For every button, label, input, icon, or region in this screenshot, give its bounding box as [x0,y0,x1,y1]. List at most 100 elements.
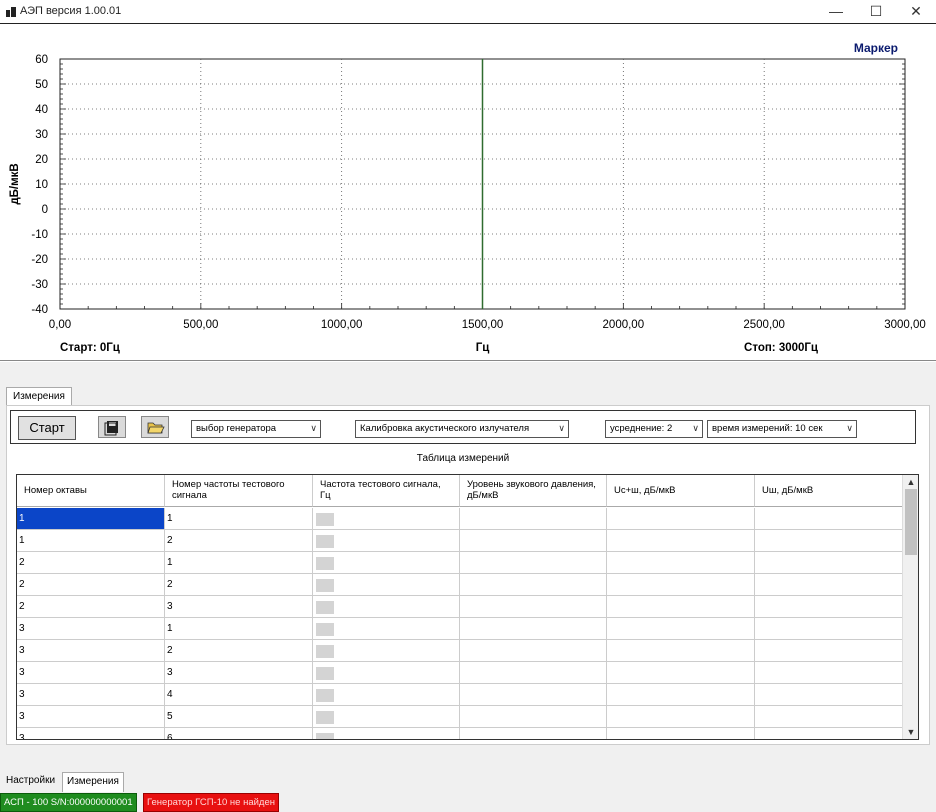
table-cell[interactable] [607,552,755,574]
table-cell[interactable] [460,574,607,596]
table-cell[interactable] [460,728,607,739]
frequency-input-placeholder[interactable] [316,535,334,548]
table-row[interactable]: 21 [17,552,903,574]
table-row[interactable]: 11 [17,508,903,530]
close-button[interactable]: ✕ [898,0,934,24]
table-cell[interactable] [607,728,755,739]
cell-octave[interactable]: 3 [17,618,165,640]
save-button[interactable] [98,416,126,438]
cell-freq-number[interactable]: 6 [165,728,313,739]
scroll-down-icon[interactable]: ▼ [903,725,918,739]
table-cell[interactable] [607,574,755,596]
table-cell[interactable] [607,530,755,552]
cell-octave[interactable]: 2 [17,596,165,618]
column-header[interactable]: Уровень звукового давления, дБ/мкВ [460,475,607,507]
frequency-input-placeholder[interactable] [316,601,334,614]
maximize-button[interactable]: ☐ [858,0,894,24]
cell-test-frequency[interactable] [313,552,460,574]
cell-octave[interactable]: 3 [17,662,165,684]
table-cell[interactable] [755,640,903,662]
table-cell[interactable] [755,706,903,728]
table-cell[interactable] [607,508,755,530]
tab-settings[interactable]: Настройки [2,772,59,792]
column-header[interactable]: Uш, дБ/мкВ [755,475,903,507]
table-row[interactable]: 12 [17,530,903,552]
cell-test-frequency[interactable] [313,574,460,596]
cell-test-frequency[interactable] [313,640,460,662]
table-cell[interactable] [460,596,607,618]
frequency-input-placeholder[interactable] [316,645,334,658]
table-row[interactable]: 31 [17,618,903,640]
cell-freq-number[interactable]: 1 [165,618,313,640]
vertical-scrollbar[interactable]: ▲ ▼ [902,475,918,739]
table-cell[interactable] [755,508,903,530]
table-cell[interactable] [755,574,903,596]
table-cell[interactable] [460,640,607,662]
frequency-input-placeholder[interactable] [316,557,334,570]
cell-test-frequency[interactable] [313,684,460,706]
cell-freq-number[interactable]: 1 [165,552,313,574]
cell-octave[interactable]: 3 [17,728,165,739]
cell-octave[interactable]: 1 [17,530,165,552]
cell-test-frequency[interactable] [313,662,460,684]
table-cell[interactable] [460,618,607,640]
table-cell[interactable] [755,552,903,574]
table-cell[interactable] [607,662,755,684]
cell-octave[interactable]: 3 [17,640,165,662]
frequency-input-placeholder[interactable] [316,667,334,680]
frequency-input-placeholder[interactable] [316,623,334,636]
cell-test-frequency[interactable] [313,508,460,530]
table-cell[interactable] [607,640,755,662]
table-cell[interactable] [460,706,607,728]
cell-octave[interactable]: 2 [17,552,165,574]
cell-octave[interactable]: 2 [17,574,165,596]
meas-time-select[interactable]: время измерений: 10 сек ∨ [707,420,857,438]
cell-freq-number[interactable]: 4 [165,684,313,706]
table-cell[interactable] [755,530,903,552]
table-row[interactable]: 33 [17,662,903,684]
column-header[interactable]: Номер частоты тестового сигнала [165,475,313,507]
tab-measurements-bottom[interactable]: Измерения [62,772,124,792]
table-cell[interactable] [607,596,755,618]
cell-test-frequency[interactable] [313,596,460,618]
table-cell[interactable] [460,684,607,706]
column-header[interactable]: Uc+ш, дБ/мкВ [607,475,755,507]
cell-freq-number[interactable]: 5 [165,706,313,728]
frequency-input-placeholder[interactable] [316,711,334,724]
open-button[interactable] [141,416,169,438]
cell-test-frequency[interactable] [313,706,460,728]
cell-freq-number[interactable]: 3 [165,596,313,618]
spectrum-chart[interactable]: 60 50 40 30 20 10 0 -10 -20 -30 -40 0,00 500,00 1000,… [0,25,936,361]
cell-octave[interactable]: 1 [17,508,165,530]
cell-octave[interactable]: 3 [17,684,165,706]
start-button[interactable]: Старт [18,416,76,440]
table-cell[interactable] [607,618,755,640]
column-header[interactable]: Частота тестового сигнала, Гц [313,475,460,507]
table-cell[interactable] [755,596,903,618]
cell-test-frequency[interactable] [313,728,460,739]
generator-select[interactable]: выбор генератора ∨ [191,420,321,438]
table-cell[interactable] [755,618,903,640]
frequency-input-placeholder[interactable] [316,579,334,592]
table-row[interactable]: 22 [17,574,903,596]
frequency-input-placeholder[interactable] [316,689,334,702]
table-cell[interactable] [460,508,607,530]
calibration-select[interactable]: Калибровка акустического излучателя ∨ [355,420,569,438]
table-cell[interactable] [755,728,903,739]
cell-test-frequency[interactable] [313,530,460,552]
minimize-button[interactable]: — [818,0,854,24]
cell-freq-number[interactable]: 1 [165,508,313,530]
cell-freq-number[interactable]: 3 [165,662,313,684]
table-cell[interactable] [460,662,607,684]
cell-freq-number[interactable]: 2 [165,640,313,662]
column-header[interactable]: Номер октавы [17,475,165,507]
cell-test-frequency[interactable] [313,618,460,640]
frequency-input-placeholder[interactable] [316,513,334,526]
table-row[interactable]: 23 [17,596,903,618]
table-cell[interactable] [755,662,903,684]
table-cell[interactable] [460,552,607,574]
scroll-up-icon[interactable]: ▲ [903,475,918,489]
scroll-thumb[interactable] [905,489,917,555]
cell-freq-number[interactable]: 2 [165,574,313,596]
cell-octave[interactable]: 3 [17,706,165,728]
